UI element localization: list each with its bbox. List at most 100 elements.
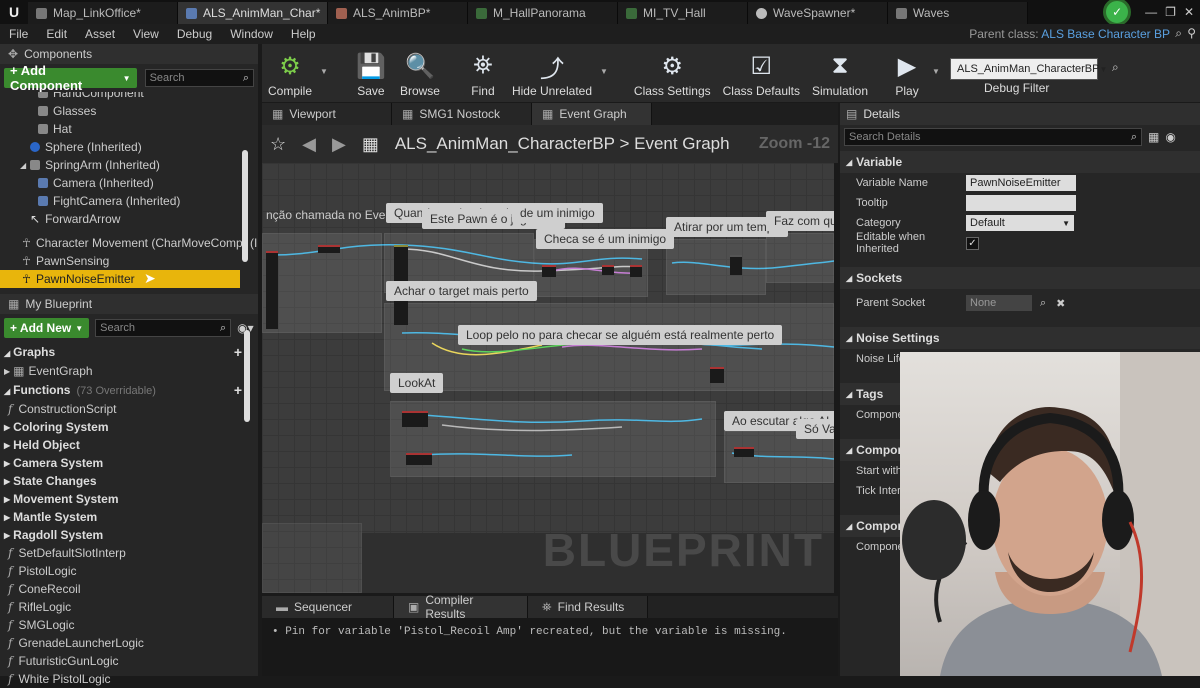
component-item-character-movement[interactable]: ☥ Character Movement (CharMoveComp) (In (0, 234, 258, 252)
comment-label[interactable]: Checa se é um inimigo (536, 229, 675, 249)
variable-section[interactable]: ◢ Variable (840, 151, 1200, 173)
graph-node[interactable] (730, 255, 742, 275)
simulation-button[interactable]: ⧗ Simulation (806, 44, 874, 98)
close-icon[interactable]: ✕ (1184, 5, 1194, 19)
parent-class-link[interactable]: ALS Base Character BP (1041, 27, 1170, 41)
function-item[interactable]: f PistolLogic (0, 562, 258, 580)
details-search-input[interactable]: Search Details ⌕ (844, 128, 1142, 146)
menu-file[interactable]: File (0, 27, 37, 41)
component-item-fightcamera[interactable]: FightCamera (Inherited) (0, 192, 258, 210)
class-defaults-button[interactable]: ☑ Class Defaults (717, 44, 806, 99)
tab-als-animman-char[interactable]: ALS_AnimMan_Char*✕ (178, 2, 328, 24)
tab-map-linkoffice[interactable]: Map_LinkOffice* (28, 2, 178, 24)
function-item[interactable]: f RifleLogic (0, 598, 258, 616)
property-matrix-icon[interactable]: ▦ (1148, 130, 1159, 144)
function-item[interactable]: f SMGLogic (0, 616, 258, 634)
component-item-glasses[interactable]: Glasses (0, 102, 258, 120)
noise-settings-section[interactable]: ◢ Noise Settings (840, 327, 1200, 349)
function-category[interactable]: ▶ Camera System (0, 454, 258, 472)
component-item-pawnnoiseemitter[interactable]: ☥ PawnNoiseEmitter (0, 270, 240, 288)
graph-node[interactable] (318, 245, 340, 253)
visibility-eye-icon[interactable]: ◉ (1165, 130, 1175, 144)
class-settings-button[interactable]: ⚙ Class Settings (628, 44, 717, 99)
comment-label[interactable]: Faz com qu (766, 211, 834, 231)
tab-event-graph[interactable]: ▦ Event Graph (532, 103, 652, 125)
sockets-section[interactable]: ◢ Sockets (840, 267, 1200, 289)
maximize-icon[interactable]: ❐ (1165, 5, 1176, 19)
unreal-logo-icon[interactable]: U (0, 0, 28, 24)
editable-inherited-checkbox[interactable]: ✓ (966, 236, 979, 250)
graph-node[interactable] (602, 265, 614, 275)
comment-label[interactable]: Só Vai (796, 419, 834, 439)
breadcrumb-graph[interactable]: Event Graph (634, 134, 729, 153)
play-button[interactable]: ▶ Play (884, 44, 930, 99)
graph-node[interactable] (630, 265, 642, 277)
functions-section[interactable]: ◢ Functions (73 Overridable) + (0, 380, 258, 400)
debug-search-icon[interactable]: ⌕ (1112, 60, 1119, 75)
add-component-button[interactable]: + Add Component ▼ (4, 63, 137, 93)
variable-name-field[interactable]: PawnNoiseEmitter (966, 175, 1076, 191)
menu-debug[interactable]: Debug (168, 27, 221, 41)
comment-label[interactable]: Achar o target mais perto (386, 281, 537, 301)
comment-label[interactable]: de um inimigo (512, 203, 603, 223)
function-item[interactable]: f ConeRecoil (0, 580, 258, 598)
add-function-icon[interactable]: + (234, 382, 242, 398)
menu-help[interactable]: Help (282, 27, 325, 41)
function-item[interactable]: f FuturisticGunLogic (0, 652, 258, 670)
favorite-star-icon[interactable]: ☆ (270, 134, 286, 155)
minimize-icon[interactable]: — (1145, 5, 1157, 19)
function-category[interactable]: ▶ Held Object (0, 436, 258, 454)
function-category[interactable]: ▶ State Changes (0, 472, 258, 490)
graph-node[interactable] (710, 367, 724, 383)
comment-box[interactable] (384, 303, 834, 391)
tab-mi-tv-hall[interactable]: MI_TV_Hall (618, 2, 748, 24)
graphs-section[interactable]: ◢ Graphs + (0, 342, 258, 362)
comment-label[interactable]: LookAt (390, 373, 444, 393)
hide-unrelated-button[interactable]: ⤴ Hide Unrelated (506, 44, 598, 99)
tab-compiler-results[interactable]: ▣ Compiler Results (394, 593, 528, 621)
save-button[interactable]: 💾 Save (348, 44, 394, 99)
comment-box[interactable] (666, 239, 766, 295)
function-item[interactable]: f GrenadeLauncherLogic (0, 634, 258, 652)
back-arrow-icon[interactable]: ◀ (302, 134, 316, 155)
menu-view[interactable]: View (124, 27, 168, 41)
compile-button[interactable]: ⚙ Compile (262, 44, 318, 99)
component-item-springarm[interactable]: ◢ SpringArm (Inherited) (0, 156, 258, 174)
menu-asset[interactable]: Asset (76, 27, 124, 41)
search-icon[interactable]: ⌕ (1040, 297, 1046, 310)
clear-icon[interactable]: ✖ (1056, 297, 1065, 310)
play-options-dropdown[interactable]: ▼ (930, 44, 942, 98)
browse-button[interactable]: 🔍 Browse (394, 44, 446, 99)
category-select[interactable]: Default ▼ (966, 215, 1074, 231)
graph-node[interactable] (402, 411, 428, 427)
tooltip-field[interactable] (966, 195, 1076, 211)
forward-arrow-icon[interactable]: ▶ (332, 134, 346, 155)
search-icon[interactable]: ⌕ (1175, 26, 1182, 41)
tab-viewport[interactable]: ▦ Viewport (262, 103, 392, 125)
menu-edit[interactable]: Edit (37, 27, 76, 41)
graph-node[interactable] (266, 251, 278, 329)
breadcrumb-blueprint[interactable]: ALS_AnimMan_CharacterBP (395, 134, 615, 153)
tab-als-animbp[interactable]: ALS_AnimBP* (328, 2, 468, 24)
event-graph-canvas[interactable]: nção chamada no Event Tic Quando ouvir o… (262, 163, 834, 593)
component-item-pawnsensing[interactable]: ☥ PawnSensing (0, 252, 258, 270)
tab-waves[interactable]: Waves (888, 2, 1028, 24)
add-new-button[interactable]: + Add New ▼ (4, 318, 90, 338)
hide-unrelated-dropdown[interactable]: ▼ (598, 44, 610, 98)
graph-item-eventgraph[interactable]: ▶ ▦ EventGraph (0, 362, 258, 380)
find-button[interactable]: ⛯ Find (460, 44, 506, 98)
tab-sequencer[interactable]: ▬ Sequencer (262, 596, 394, 618)
function-category[interactable]: ▶ Movement System (0, 490, 258, 508)
tab-m-hallpanorama[interactable]: M_HallPanorama (468, 2, 618, 24)
component-item-handcomponent[interactable]: HandComponent (0, 92, 258, 102)
comment-box[interactable] (766, 233, 834, 283)
source-control-icon[interactable]: ✓ (1103, 0, 1132, 26)
add-graph-icon[interactable]: + (234, 344, 242, 360)
components-search-input[interactable]: Search ⌕ (144, 69, 254, 87)
components-scrollbar[interactable] (242, 150, 248, 262)
function-item[interactable]: f ConstructionScript (0, 400, 258, 418)
my-blueprint-scrollbar[interactable] (244, 330, 250, 422)
function-item[interactable]: f SetDefaultSlotInterp (0, 544, 258, 562)
compiler-log-line[interactable]: • Pin for variable 'Pistol_Recoil Amp' r… (262, 618, 838, 646)
collapse-arrow-icon[interactable]: ◢ (20, 161, 26, 170)
